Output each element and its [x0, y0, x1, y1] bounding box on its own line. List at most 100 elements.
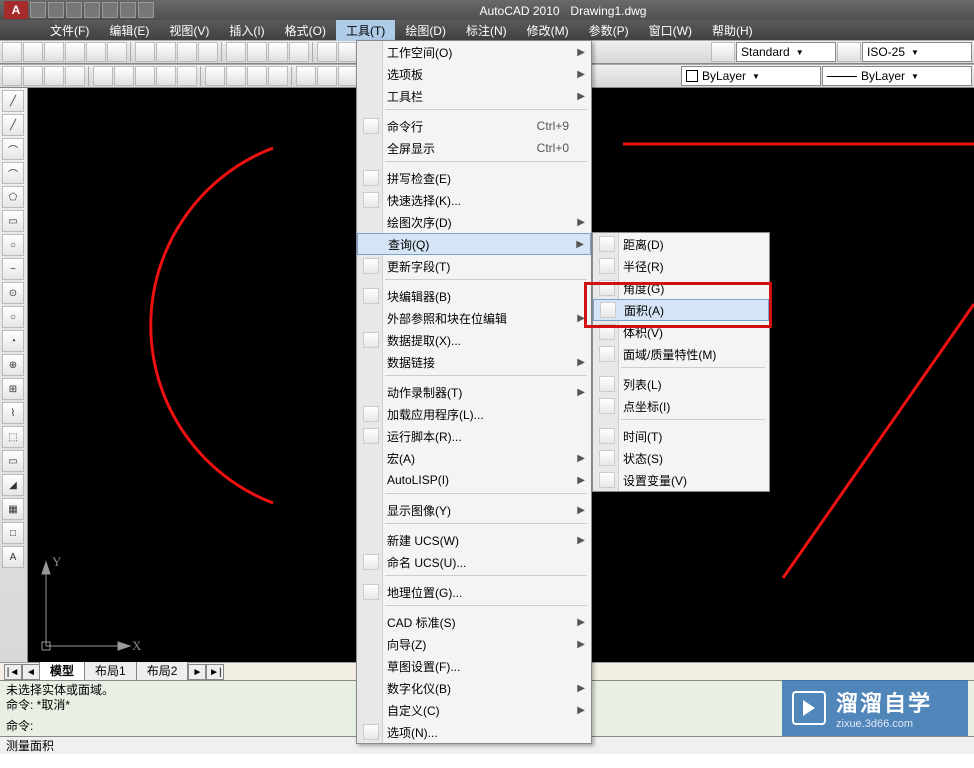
- toolbar2-btn-9[interactable]: [205, 66, 225, 86]
- menu-窗口(W)[interactable]: 窗口(W): [639, 20, 702, 41]
- toolbar2-btn-2[interactable]: [44, 66, 64, 86]
- tools-menu-item-26[interactable]: 新建 UCS(W)▶: [357, 529, 591, 551]
- tools-menu-item-13[interactable]: 块编辑器(B): [357, 285, 591, 307]
- toolbar-btn-1[interactable]: [23, 42, 43, 62]
- inquiry-item-1[interactable]: 半径(R): [593, 255, 769, 277]
- qat-redo-icon[interactable]: [102, 2, 118, 18]
- inquiry-item-8[interactable]: 点坐标(I): [593, 395, 769, 417]
- dim-style-combo[interactable]: ISO-25▼: [862, 42, 972, 62]
- tab-nav-prev[interactable]: ◄: [22, 664, 40, 680]
- draw-tool-3[interactable]: ⌒: [2, 162, 24, 184]
- tools-menu-item-15[interactable]: 数据提取(X)...: [357, 329, 591, 351]
- toolbar-btn-9[interactable]: [198, 42, 218, 62]
- draw-tool-8[interactable]: ⊙: [2, 282, 24, 304]
- inquiry-item-4[interactable]: 体积(V): [593, 321, 769, 343]
- tools-menu-item-1[interactable]: 选项板▶: [357, 63, 591, 85]
- draw-tool-12[interactable]: ⊞: [2, 378, 24, 400]
- draw-tool-10[interactable]: ◔: [2, 330, 24, 352]
- toolbar-btn-13[interactable]: [289, 42, 309, 62]
- tools-menu-item-20[interactable]: 运行脚本(R)...: [357, 425, 591, 447]
- tools-menu-item-14[interactable]: 外部参照和块在位编辑▶: [357, 307, 591, 329]
- toolbar2-btn-1[interactable]: [23, 66, 43, 86]
- qat-open-icon[interactable]: [48, 2, 64, 18]
- toolbar2-btn-11[interactable]: [247, 66, 267, 86]
- toolbar-btn-8[interactable]: [177, 42, 197, 62]
- tools-menu-item-31[interactable]: CAD 标准(S)▶: [357, 611, 591, 633]
- draw-tool-9[interactable]: ○: [2, 306, 24, 328]
- qat-customize-icon[interactable]: [138, 2, 154, 18]
- qat-new-icon[interactable]: [30, 2, 46, 18]
- draw-tool-19[interactable]: A: [2, 546, 24, 568]
- toolbar-btn-0[interactable]: [2, 42, 22, 62]
- toolbar2-btn-14[interactable]: [317, 66, 337, 86]
- inquiry-item-5[interactable]: 面域/质量特性(M): [593, 343, 769, 365]
- toolbar-btn-15[interactable]: [338, 42, 358, 62]
- menu-格式(O)[interactable]: 格式(O): [275, 20, 336, 41]
- tools-menu-item-0[interactable]: 工作空间(O)▶: [357, 41, 591, 63]
- menu-修改(M)[interactable]: 修改(M): [517, 20, 579, 41]
- toolbar-btn-11[interactable]: [247, 42, 267, 62]
- layer-color-combo[interactable]: ByLayer▼: [681, 66, 821, 86]
- tools-menu-item-36[interactable]: 选项(N)...: [357, 721, 591, 743]
- draw-tool-11[interactable]: ⊕: [2, 354, 24, 376]
- draw-tool-2[interactable]: ⌒: [2, 138, 24, 160]
- toolbar2-btn-7[interactable]: [156, 66, 176, 86]
- inquiry-item-3[interactable]: 面积(A): [593, 299, 769, 321]
- layout-tab-布局2[interactable]: 布局2: [136, 660, 189, 680]
- draw-tool-13[interactable]: ⌇: [2, 402, 24, 424]
- toolbar-btn-6[interactable]: [135, 42, 155, 62]
- inquiry-item-7[interactable]: 列表(L): [593, 373, 769, 395]
- toolbar-btn-5[interactable]: [107, 42, 127, 62]
- inquiry-item-10[interactable]: 时间(T): [593, 425, 769, 447]
- toolbar2-btn-15[interactable]: [338, 66, 358, 86]
- tools-menu-item-5[interactable]: 全屏显示Ctrl+0: [357, 137, 591, 159]
- tools-menu-item-8[interactable]: 快速选择(K)...: [357, 189, 591, 211]
- layout-tab-布局1[interactable]: 布局1: [84, 660, 137, 680]
- tools-menu-item-16[interactable]: 数据链接▶: [357, 351, 591, 373]
- inquiry-item-0[interactable]: 距离(D): [593, 233, 769, 255]
- tools-menu-item-19[interactable]: 加载应用程序(L)...: [357, 403, 591, 425]
- qat-save-icon[interactable]: [66, 2, 82, 18]
- draw-tool-5[interactable]: ▭: [2, 210, 24, 232]
- tools-menu-item-4[interactable]: 命令行Ctrl+9: [357, 115, 591, 137]
- tools-menu-item-32[interactable]: 向导(Z)▶: [357, 633, 591, 655]
- menu-帮助(H)[interactable]: 帮助(H): [702, 20, 763, 41]
- tab-nav-last[interactable]: ►|: [206, 664, 224, 680]
- tools-menu-item-34[interactable]: 数字化仪(B)▶: [357, 677, 591, 699]
- tab-nav-first[interactable]: |◄: [4, 664, 22, 680]
- text-style-combo[interactable]: Standard▼: [736, 42, 836, 62]
- tools-menu-item-9[interactable]: 绘图次序(D)▶: [357, 211, 591, 233]
- app-logo[interactable]: A: [4, 1, 28, 19]
- tools-menu-item-33[interactable]: 草图设置(F)...: [357, 655, 591, 677]
- tools-menu-item-21[interactable]: 宏(A)▶: [357, 447, 591, 469]
- draw-tool-14[interactable]: ⬚: [2, 426, 24, 448]
- tools-menu-item-22[interactable]: AutoLISP(I)▶: [357, 469, 591, 491]
- inquiry-item-11[interactable]: 状态(S): [593, 447, 769, 469]
- tools-menu-item-27[interactable]: 命名 UCS(U)...: [357, 551, 591, 573]
- menu-参数(P)[interactable]: 参数(P): [579, 20, 639, 41]
- inquiry-item-2[interactable]: 角度(G): [593, 277, 769, 299]
- linetype-combo[interactable]: ByLayer▼: [822, 66, 972, 86]
- toolbar2-btn-5[interactable]: [114, 66, 134, 86]
- toolbar2-btn-13[interactable]: [296, 66, 316, 86]
- draw-tool-4[interactable]: ⬠: [2, 186, 24, 208]
- toolbar2-btn-3[interactable]: [65, 66, 85, 86]
- draw-tool-16[interactable]: ◢: [2, 474, 24, 496]
- menu-标注(N)[interactable]: 标注(N): [456, 20, 517, 41]
- menu-绘图(D)[interactable]: 绘图(D): [395, 20, 456, 41]
- toolbar2-btn-8[interactable]: [177, 66, 197, 86]
- tools-menu-item-10[interactable]: 查询(Q)▶: [357, 233, 591, 255]
- menu-文件(F)[interactable]: 文件(F): [40, 20, 99, 41]
- menu-视图(V)[interactable]: 视图(V): [159, 20, 219, 41]
- draw-tool-1[interactable]: ╱: [2, 114, 24, 136]
- text-style-icon[interactable]: [711, 42, 735, 62]
- toolbar2-btn-4[interactable]: [93, 66, 113, 86]
- tools-menu-item-7[interactable]: 拼写检查(E): [357, 167, 591, 189]
- qat-print-icon[interactable]: [120, 2, 136, 18]
- tools-menu-item-18[interactable]: 动作录制器(T)▶: [357, 381, 591, 403]
- menu-工具(T)[interactable]: 工具(T): [336, 20, 395, 41]
- draw-tool-17[interactable]: ▦: [2, 498, 24, 520]
- toolbar-btn-4[interactable]: [86, 42, 106, 62]
- toolbar2-btn-10[interactable]: [226, 66, 246, 86]
- draw-tool-7[interactable]: ~: [2, 258, 24, 280]
